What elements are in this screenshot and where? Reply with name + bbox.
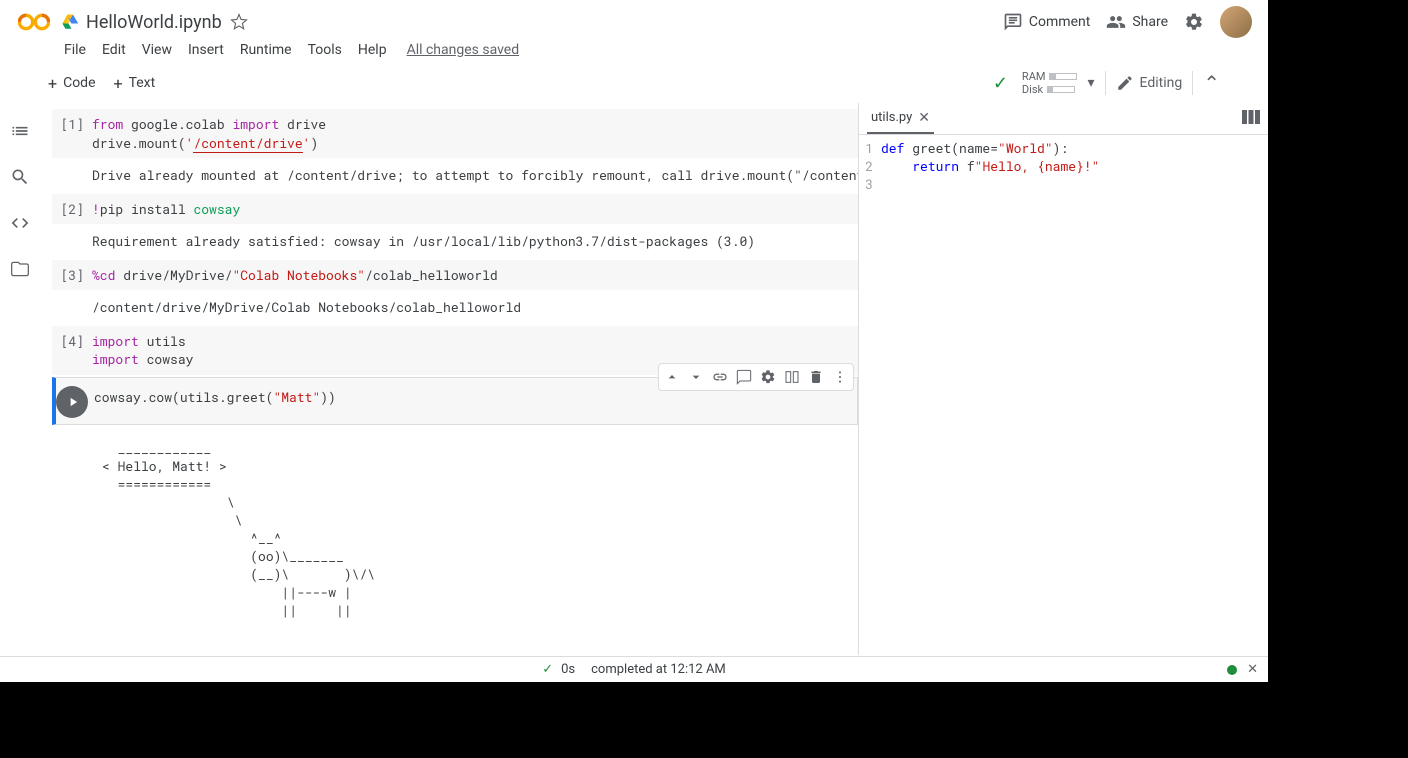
- status-close-icon[interactable]: ✕: [1247, 662, 1258, 677]
- status-dot-icon: [1227, 665, 1237, 675]
- save-status[interactable]: All changes saved: [407, 42, 520, 58]
- avatar[interactable]: [1220, 6, 1252, 38]
- toc-icon[interactable]: [10, 121, 30, 141]
- settings-cell-icon[interactable]: [757, 366, 779, 388]
- toolbar: Code Text ✓ RAM Disk ▾ Editing ⌃: [0, 64, 1268, 103]
- code-cell[interactable]: [1] from google.colab import drive drive…: [52, 109, 858, 191]
- layout-icon[interactable]: [1242, 110, 1260, 128]
- code-content[interactable]: !pip install cowsay: [92, 200, 858, 218]
- comment-cell-icon[interactable]: [733, 366, 755, 388]
- notebook-area: [1] from google.colab import drive drive…: [40, 103, 858, 655]
- code-cell[interactable]: [2] !pip install cowsay Requirement alre…: [52, 194, 858, 258]
- status-check-icon: ✓: [542, 662, 553, 677]
- menu-file[interactable]: File: [64, 42, 86, 58]
- editing-mode-button[interactable]: Editing: [1116, 74, 1183, 92]
- search-icon[interactable]: [10, 167, 30, 187]
- colab-logo[interactable]: [16, 4, 52, 40]
- link-icon[interactable]: [709, 366, 731, 388]
- comment-label: Comment: [1029, 14, 1090, 30]
- editor-body[interactable]: 1def greet(name="World"): 2 return f"Hel…: [859, 135, 1268, 197]
- drive-icon: [60, 13, 80, 31]
- divider: [1192, 71, 1193, 95]
- files-icon[interactable]: [10, 259, 30, 279]
- code-content[interactable]: from google.colab import drive drive.mou…: [92, 115, 858, 151]
- divider: [1105, 71, 1106, 95]
- add-code-button[interactable]: Code: [48, 74, 96, 93]
- mirror-cell-icon[interactable]: [781, 366, 803, 388]
- run-button[interactable]: [56, 386, 88, 418]
- star-icon[interactable]: [230, 13, 248, 31]
- connected-check-icon: ✓: [993, 73, 1008, 94]
- move-down-icon[interactable]: [685, 366, 707, 388]
- code-cell[interactable]: [3] %cd drive/MyDrive/"Colab Notebooks"/…: [52, 260, 858, 324]
- status-message: completed at 12:12 AM: [591, 662, 726, 677]
- cell-prompt: [1]: [52, 115, 92, 151]
- delete-cell-icon[interactable]: [805, 366, 827, 388]
- editor-pane: utils.py ✕ 1def greet(name="World"): 2 r…: [858, 103, 1268, 655]
- runtime-menu-arrow[interactable]: ▾: [1087, 75, 1094, 91]
- collapse-icon[interactable]: ⌃: [1203, 71, 1220, 95]
- cell-output: ____________ < Hello, Matt! > ==========…: [52, 425, 858, 627]
- cell-output: /content/drive/MyDrive/Colab Notebooks/c…: [52, 290, 858, 324]
- menu-view[interactable]: View: [142, 42, 172, 58]
- settings-button[interactable]: [1184, 12, 1204, 32]
- ram-bar: [1049, 73, 1077, 80]
- menubar: File Edit View Insert Runtime Tools Help…: [0, 36, 1268, 64]
- left-rail: [0, 103, 40, 655]
- header: HelloWorld.ipynb Comment Share: [0, 0, 1268, 36]
- editor-tab-label: utils.py: [871, 110, 912, 125]
- menu-edit[interactable]: Edit: [102, 42, 126, 58]
- editor-tab[interactable]: utils.py ✕: [867, 103, 934, 134]
- resource-indicator[interactable]: RAM Disk: [1022, 70, 1078, 96]
- disk-bar: [1047, 86, 1075, 93]
- status-time: 0s: [561, 662, 575, 677]
- add-text-button[interactable]: Text: [114, 74, 156, 93]
- code-cell-active[interactable]: cowsay.cow(utils.greet("Matt")) ________…: [52, 377, 858, 627]
- statusbar: ✓ 0s completed at 12:12 AM ✕: [0, 656, 1268, 682]
- cell-toolbar: [658, 363, 854, 391]
- menu-help[interactable]: Help: [358, 42, 387, 58]
- cell-prompt: [3]: [52, 266, 92, 284]
- move-up-icon[interactable]: [661, 366, 683, 388]
- cell-output: Requirement already satisfied: cowsay in…: [52, 224, 858, 258]
- cell-output: Drive already mounted at /content/drive;…: [52, 158, 858, 192]
- notebook-title[interactable]: HelloWorld.ipynb: [86, 12, 222, 33]
- cell-prompt: [2]: [52, 200, 92, 218]
- code-content[interactable]: %cd drive/MyDrive/"Colab Notebooks"/cola…: [92, 266, 858, 284]
- share-label: Share: [1132, 14, 1168, 30]
- menu-insert[interactable]: Insert: [188, 42, 224, 58]
- cell-prompt: [4]: [52, 332, 92, 368]
- share-button[interactable]: Share: [1106, 12, 1168, 32]
- menu-tools[interactable]: Tools: [308, 42, 342, 58]
- close-tab-icon[interactable]: ✕: [918, 110, 930, 126]
- comment-button[interactable]: Comment: [1003, 12, 1090, 32]
- more-cell-icon[interactable]: [829, 366, 851, 388]
- snippets-icon[interactable]: [10, 213, 30, 233]
- menu-runtime[interactable]: Runtime: [240, 42, 292, 58]
